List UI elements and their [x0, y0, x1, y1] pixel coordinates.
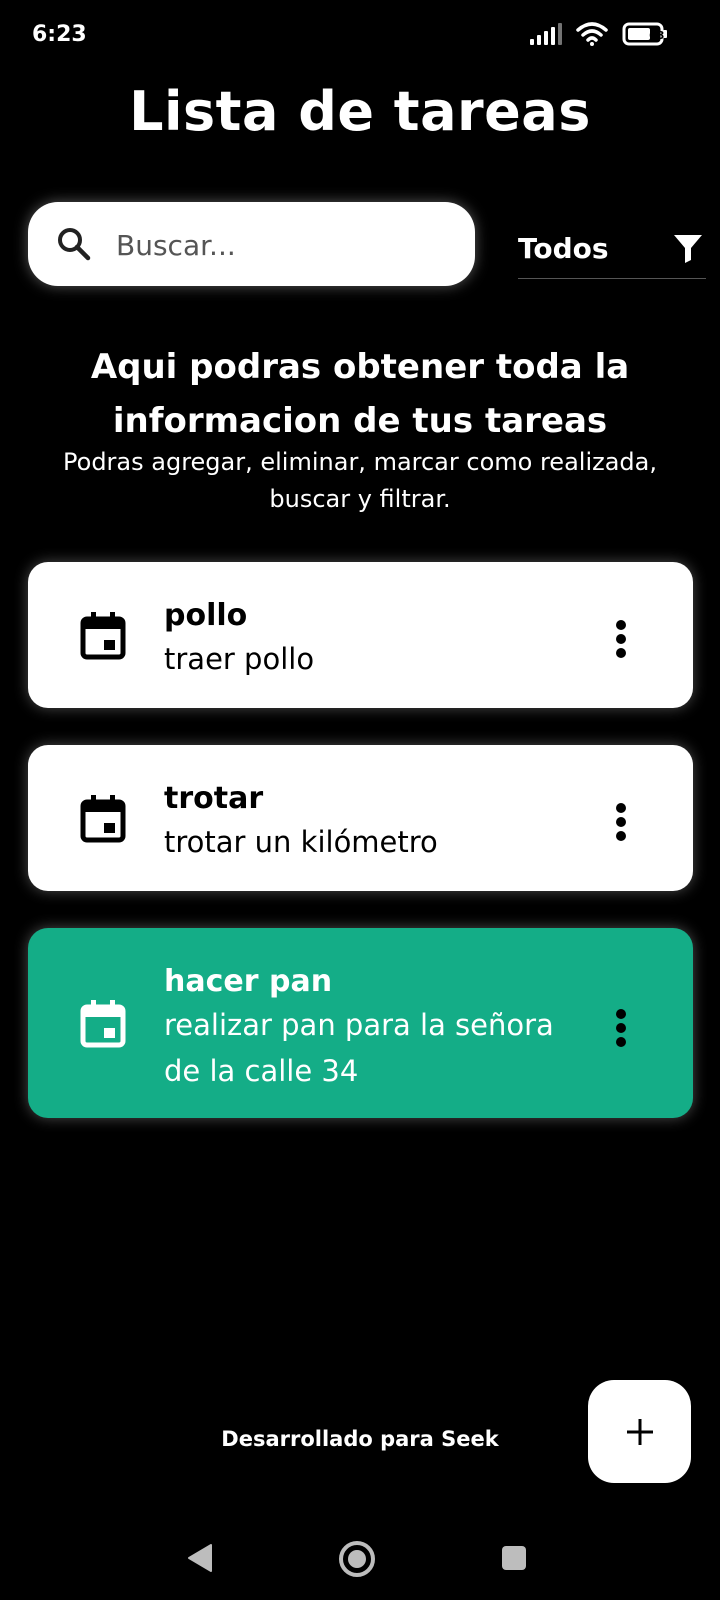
- status-bar: 6:23 68: [0, 0, 720, 72]
- status-icons: 68: [530, 22, 668, 46]
- add-task-button[interactable]: [588, 1380, 691, 1483]
- search-box[interactable]: [28, 202, 475, 286]
- page-title: Lista de tareas: [129, 80, 591, 143]
- status-time: 6:23: [32, 22, 87, 47]
- intro-title: Aqui podras obtener toda la informacion …: [90, 347, 630, 441]
- task-card[interactable]: pollo traer pollo: [28, 562, 693, 708]
- task-title: hacer pan: [164, 964, 333, 999]
- back-icon[interactable]: [186, 1542, 214, 1574]
- plus-icon: [627, 1419, 653, 1445]
- task-description: realizar pan para la señora de la calle …: [164, 1008, 554, 1088]
- filter-dropdown[interactable]: Todos: [518, 226, 706, 279]
- calendar-icon: [80, 795, 126, 843]
- home-icon[interactable]: [338, 1540, 376, 1578]
- signal-icon: [530, 23, 562, 45]
- calendar-icon: [80, 612, 126, 660]
- more-options-icon[interactable]: [615, 802, 627, 842]
- task-title: trotar: [164, 781, 264, 816]
- more-options-icon[interactable]: [615, 1008, 627, 1048]
- battery-icon: 68: [622, 22, 667, 46]
- task-card-done[interactable]: hacer pan realizar pan para la señora de…: [28, 928, 693, 1118]
- wifi-icon: [576, 22, 608, 46]
- system-nav-bar: [0, 1520, 720, 1600]
- filter-icon[interactable]: [672, 232, 704, 264]
- recents-icon[interactable]: [500, 1544, 528, 1572]
- task-card[interactable]: trotar trotar un kilómetro: [28, 745, 693, 891]
- search-input[interactable]: [114, 222, 458, 268]
- task-title: pollo: [164, 598, 248, 633]
- task-description: traer pollo: [164, 642, 315, 676]
- intro-subtitle: Podras agregar, eliminar, marcar como re…: [63, 448, 657, 513]
- search-icon: [58, 228, 91, 261]
- filter-selected-value: Todos: [518, 232, 609, 265]
- task-description: trotar un kilómetro: [164, 825, 438, 859]
- calendar-icon: [80, 1000, 126, 1048]
- battery-level: 68: [649, 29, 664, 42]
- more-options-icon[interactable]: [615, 619, 627, 659]
